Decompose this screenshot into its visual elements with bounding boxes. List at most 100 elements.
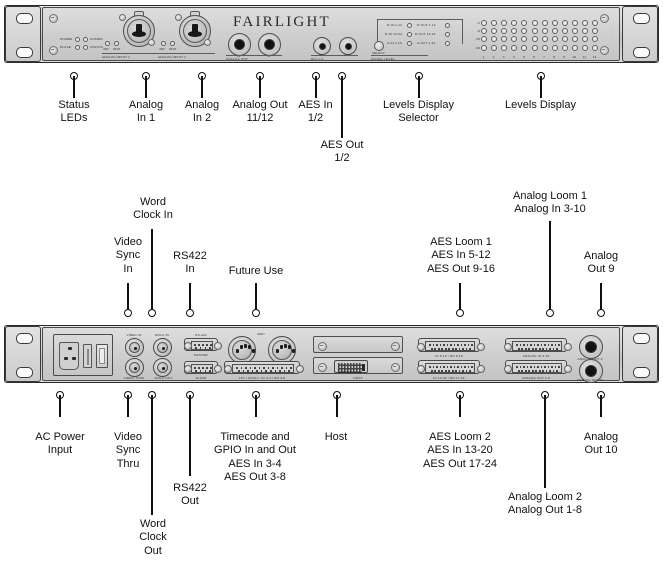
fuse-holder[interactable] bbox=[83, 344, 92, 368]
levels-meter-led bbox=[561, 28, 568, 35]
levels-meter-scale-label: -40 bbox=[474, 45, 480, 50]
dsub-shell bbox=[512, 363, 562, 373]
analog-input-2-title: ANALOG INPUT 2 bbox=[158, 55, 187, 59]
levels-meter-led bbox=[551, 28, 558, 35]
connector-screw bbox=[184, 365, 192, 373]
analog-loom-1-label: ANALOG IN 3-10 bbox=[522, 354, 550, 358]
levels-meter-channel-label: 11 bbox=[582, 54, 587, 59]
connector-screw bbox=[184, 342, 192, 350]
callout-leader-levels-display bbox=[540, 76, 542, 98]
analog-out-10-label: ANALOG OUT 10 bbox=[576, 378, 604, 382]
levels-meter-led bbox=[481, 36, 487, 43]
selector-row-1-right-led bbox=[445, 31, 450, 37]
wclk-out-connector[interactable] bbox=[153, 358, 172, 377]
wclk-in-connector[interactable] bbox=[153, 338, 172, 357]
xlr-contact bbox=[132, 24, 146, 37]
levels-meter-led bbox=[541, 20, 548, 26]
levels-meter-channel-label: 1 bbox=[482, 54, 485, 59]
connector-screw bbox=[504, 365, 512, 373]
levels-meter-led bbox=[481, 20, 487, 26]
midi-in-connector[interactable] bbox=[228, 336, 256, 364]
connector-screw bbox=[296, 365, 304, 373]
levels-meter-led bbox=[521, 28, 528, 35]
rack-slot bbox=[633, 367, 650, 378]
ltc-gpio-connector[interactable] bbox=[224, 361, 304, 374]
analog-loom-2-connector[interactable] bbox=[504, 360, 572, 374]
dsub-pinrow bbox=[431, 348, 471, 350]
connector-screw bbox=[119, 14, 126, 21]
host-dvi-connector[interactable] bbox=[334, 360, 368, 373]
dsub-shell bbox=[425, 341, 475, 351]
selector-row-1-left-led bbox=[407, 31, 412, 37]
connector-screw bbox=[564, 365, 572, 373]
aes-loom-1-connector[interactable] bbox=[417, 338, 485, 352]
selector-row-0-right-label: D-OUT 1-12 bbox=[417, 23, 436, 27]
iec-inlet[interactable] bbox=[59, 342, 79, 370]
analog-input-1-inst-label: INST bbox=[113, 47, 121, 51]
callout-future-use: Future Use bbox=[228, 265, 284, 277]
video-thru-connector[interactable] bbox=[125, 358, 144, 377]
callout-leader-rs422-out bbox=[189, 395, 191, 476]
analog-input-1-48v-led bbox=[105, 41, 110, 46]
rs422-master-connector[interactable] bbox=[184, 338, 222, 351]
midi-out-connector[interactable] bbox=[268, 336, 296, 364]
jack-hole bbox=[585, 365, 597, 377]
panel-screw bbox=[318, 363, 327, 372]
section-rule bbox=[102, 53, 159, 54]
analog-out-12-jack[interactable] bbox=[258, 33, 281, 56]
status-led-power bbox=[75, 36, 80, 42]
dsub-pinrow bbox=[516, 366, 560, 368]
analog-out-11-jack[interactable] bbox=[228, 33, 251, 56]
front-panel-right-ear bbox=[622, 6, 658, 62]
panel-screw bbox=[600, 46, 609, 55]
levels-meter-led bbox=[531, 20, 538, 26]
callout-leader-analog-out-1112 bbox=[259, 76, 261, 98]
callout-analog-out-9: Analog Out 9 bbox=[583, 250, 619, 276]
analog-loom-1-connector[interactable] bbox=[504, 338, 572, 352]
aes-loom-2-connector[interactable] bbox=[417, 360, 485, 374]
levels-meter-led bbox=[531, 28, 538, 35]
aes-loom-2-label: DI 13-20 / DO 17-24 bbox=[433, 376, 465, 380]
callout-aes-loom-1: AES Loom 1 AES In 5-12 AES Out 9-16 bbox=[427, 236, 495, 275]
jack-hole bbox=[264, 39, 275, 50]
levels-meter-led bbox=[531, 44, 538, 51]
analog-input-1-title: ANALOG INPUT 1 bbox=[102, 55, 131, 59]
levels-meter-led bbox=[521, 44, 528, 51]
power-switch[interactable] bbox=[96, 344, 108, 368]
levels-meter-led bbox=[511, 20, 518, 26]
analog-input-2-inst-label: INST bbox=[169, 47, 177, 51]
rs422-slave-connector[interactable] bbox=[184, 361, 222, 374]
callout-leader-analog-out-10 bbox=[600, 395, 602, 417]
panel-screw bbox=[391, 363, 400, 372]
levels-meter-led bbox=[592, 36, 599, 43]
callout-leader-analog-out-9 bbox=[600, 283, 602, 311]
dsub-shell bbox=[232, 364, 294, 373]
callout-leader-analog-loom-1 bbox=[549, 221, 551, 311]
callout-dot-analog-out-9 bbox=[597, 309, 605, 317]
callout-video-sync-in: Video Sync In bbox=[114, 236, 142, 275]
connector-screw bbox=[477, 343, 485, 351]
future-use-blank-panel bbox=[313, 336, 403, 353]
levels-meter-channel-label: 9 bbox=[563, 54, 566, 59]
levels-meter-scale-label: -2 bbox=[476, 21, 480, 25]
levels-meter-led bbox=[582, 20, 588, 26]
analog-out-9-jack[interactable] bbox=[579, 335, 603, 359]
midi-pin bbox=[284, 344, 287, 348]
levels-display-select-button[interactable] bbox=[374, 41, 384, 51]
video-in-connector[interactable] bbox=[125, 338, 144, 357]
levels-meter-channel-label: 2 bbox=[492, 54, 495, 59]
levels-meter-channel-label: 7 bbox=[543, 54, 546, 59]
status-led-label-pulse: PULSE bbox=[60, 45, 72, 49]
callout-dot-analog-loom-1 bbox=[546, 309, 554, 317]
rack-slot bbox=[16, 367, 33, 378]
host-label: HOST bbox=[353, 376, 363, 380]
host-mount-plate bbox=[313, 357, 403, 374]
connector-screw bbox=[477, 365, 485, 373]
levels-meter-led bbox=[481, 44, 487, 51]
dsub-shell bbox=[191, 364, 213, 373]
section-rule bbox=[226, 55, 282, 56]
wclk-out-label: WCLK OUT bbox=[154, 376, 173, 380]
aes-loom-1-label: DI 5-12 / DO 9-16 bbox=[435, 354, 463, 358]
midi-pin bbox=[292, 349, 295, 353]
levels-meter-led bbox=[551, 20, 558, 26]
